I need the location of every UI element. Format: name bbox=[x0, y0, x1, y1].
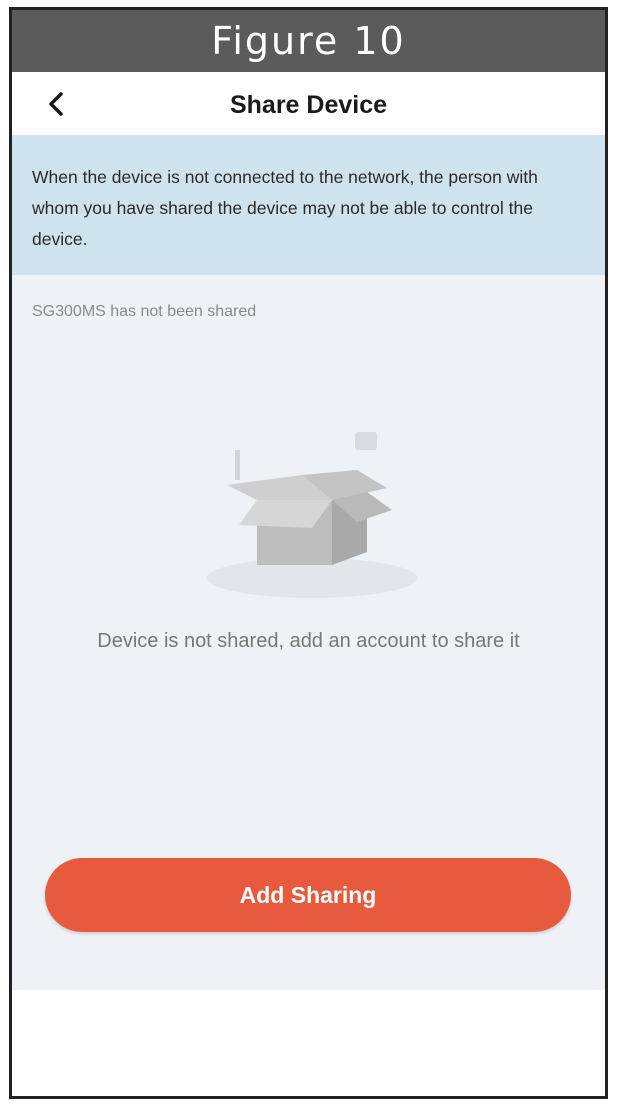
empty-box-icon bbox=[207, 432, 417, 598]
share-status-text: SG300MS has not been shared bbox=[32, 303, 257, 320]
network-notice: When the device is not connected to the … bbox=[12, 135, 605, 275]
main-content: SG300MS has not been shared Device is no… bbox=[12, 275, 605, 990]
page-title: Share Device bbox=[229, 91, 388, 119]
phone-frame: Figure 10 Share Device When the device i… bbox=[9, 7, 608, 1099]
notice-text: When the device is not connected to the … bbox=[32, 167, 538, 249]
add-sharing-button[interactable]: Add Sharing bbox=[45, 858, 571, 932]
bottom-area bbox=[12, 990, 605, 1096]
empty-state-message: Device is not shared, add an account to … bbox=[97, 630, 520, 652]
figure-caption: Figure 10 bbox=[12, 10, 605, 72]
nav-bar: Share Device bbox=[12, 72, 605, 138]
